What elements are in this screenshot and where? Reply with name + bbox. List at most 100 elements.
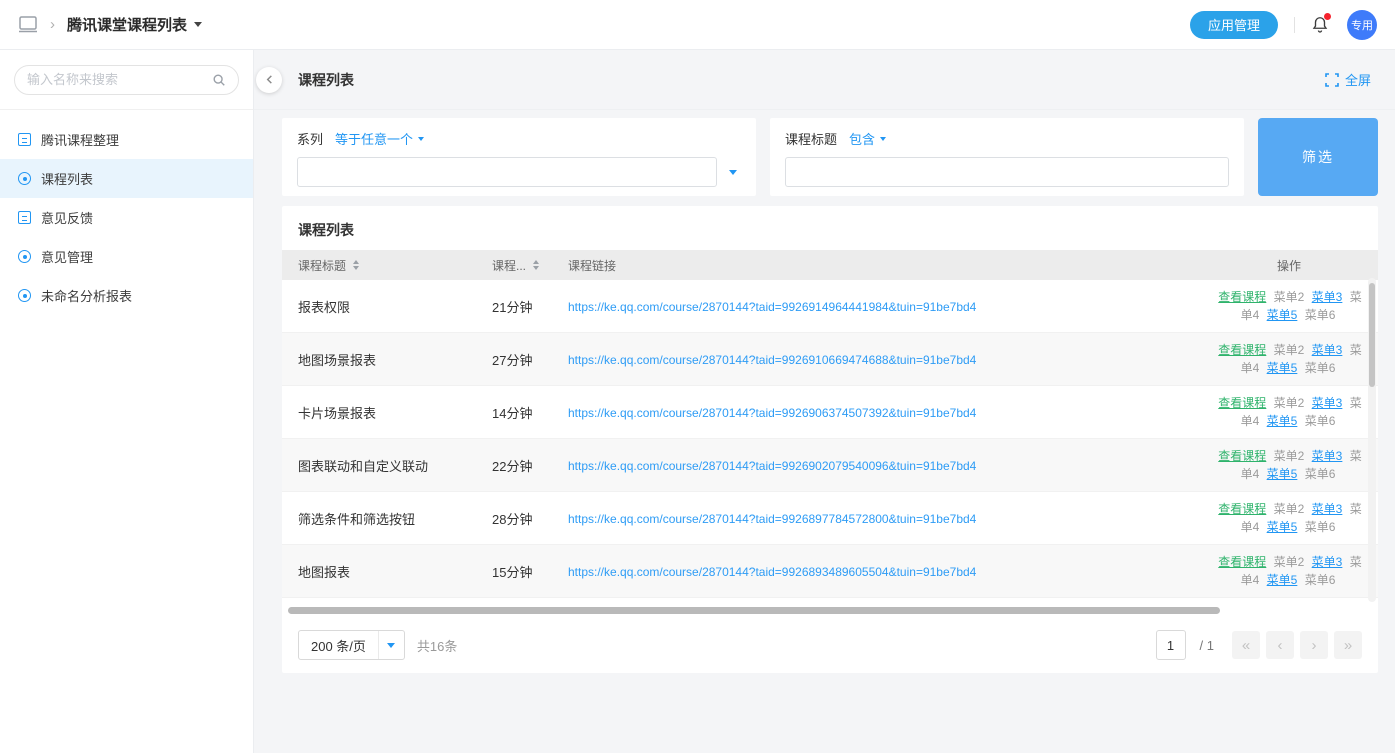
- action-menu-5[interactable]: 菜单5: [1267, 308, 1298, 322]
- sidebar-item-4[interactable]: 意见管理: [0, 237, 253, 276]
- search-icon: [212, 73, 226, 87]
- avatar[interactable]: 专用: [1347, 10, 1377, 40]
- course-title-input[interactable]: [785, 157, 1229, 187]
- notification-bell-icon[interactable]: [1311, 15, 1329, 34]
- fullscreen-button[interactable]: 全屏: [1325, 70, 1371, 89]
- action-view-course[interactable]: 查看课程: [1218, 290, 1266, 304]
- sort-icon[interactable]: [533, 260, 539, 270]
- first-page-button[interactable]: «: [1232, 631, 1260, 659]
- chevron-down-icon: [378, 631, 404, 659]
- action-view-course[interactable]: 查看课程: [1218, 555, 1266, 569]
- action-menu-6[interactable]: 菜单6: [1305, 308, 1336, 322]
- action-menu-5[interactable]: 菜单5: [1267, 467, 1298, 481]
- course-link-cell: https://ke.qq.com/course/2870144?taid=99…: [558, 511, 1200, 526]
- action-menu-2[interactable]: 菜单2: [1274, 449, 1305, 463]
- course-link[interactable]: https://ke.qq.com/course/2870144?taid=99…: [568, 459, 976, 473]
- action-menu-6[interactable]: 菜单6: [1305, 573, 1336, 587]
- page-icon: [18, 289, 31, 302]
- chevron-down-icon: [194, 22, 202, 27]
- last-page-button[interactable]: »: [1334, 631, 1362, 659]
- course-duration-cell: 27分钟: [482, 350, 558, 369]
- action-menu-5[interactable]: 菜单5: [1267, 520, 1298, 534]
- row-actions: 查看课程 菜单2 菜单3 菜单4 菜单5 菜单6: [1200, 545, 1378, 597]
- action-view-course[interactable]: 查看课程: [1218, 396, 1266, 410]
- action-view-course[interactable]: 查看课程: [1218, 502, 1266, 516]
- course-link[interactable]: https://ke.qq.com/course/2870144?taid=99…: [568, 353, 976, 367]
- table-row: 地图场景报表 27分钟 https://ke.qq.com/course/287…: [282, 333, 1378, 386]
- action-menu-3[interactable]: 菜单3: [1312, 555, 1343, 569]
- sidebar-item-label: 未命名分析报表: [41, 286, 132, 305]
- course-duration-cell: 15分钟: [482, 562, 558, 581]
- table-title: 课程列表: [282, 206, 1378, 250]
- action-menu-3[interactable]: 菜单3: [1312, 396, 1343, 410]
- action-menu-6[interactable]: 菜单6: [1305, 467, 1336, 481]
- sidebar-item-5[interactable]: 未命名分析报表: [0, 276, 253, 315]
- page-size-dropdown[interactable]: 200 条/页: [298, 630, 405, 660]
- search-input[interactable]: [27, 72, 212, 87]
- action-menu-5[interactable]: 菜单5: [1267, 573, 1298, 587]
- series-select-input[interactable]: [297, 157, 717, 187]
- course-link-cell: https://ke.qq.com/course/2870144?taid=99…: [558, 564, 1200, 579]
- action-menu-6[interactable]: 菜单6: [1305, 520, 1336, 534]
- fullscreen-icon: [1325, 73, 1339, 87]
- action-view-course[interactable]: 查看课程: [1218, 343, 1266, 357]
- sort-icon[interactable]: [353, 260, 359, 270]
- course-link[interactable]: https://ke.qq.com/course/2870144?taid=99…: [568, 565, 976, 579]
- course-title-cell: 卡片场景报表: [282, 403, 482, 422]
- prev-page-button[interactable]: ‹: [1266, 631, 1294, 659]
- page-header: 课程列表 全屏: [254, 50, 1395, 110]
- action-menu-2[interactable]: 菜单2: [1274, 555, 1305, 569]
- course-duration-cell: 21分钟: [482, 297, 558, 316]
- action-menu-3[interactable]: 菜单3: [1312, 290, 1343, 304]
- back-button[interactable]: [256, 67, 282, 93]
- horizontal-scrollbar[interactable]: [288, 607, 1220, 614]
- filter-submit-button[interactable]: 筛选: [1258, 118, 1378, 196]
- filter-operator-dropdown[interactable]: 包含: [849, 129, 886, 148]
- main-content: 课程列表 全屏 系列 等于任意一个: [254, 50, 1395, 753]
- action-menu-2[interactable]: 菜单2: [1274, 502, 1305, 516]
- filter-field-label: 课程标题: [785, 129, 837, 148]
- course-link[interactable]: https://ke.qq.com/course/2870144?taid=99…: [568, 300, 976, 314]
- vertical-scrollbar[interactable]: [1369, 283, 1375, 387]
- next-page-button[interactable]: ›: [1300, 631, 1328, 659]
- breadcrumb[interactable]: 腾讯课堂课程列表: [67, 14, 202, 35]
- notification-dot: [1324, 13, 1331, 20]
- search-box[interactable]: [14, 65, 239, 95]
- app-manage-button[interactable]: 应用管理: [1190, 11, 1278, 39]
- sidebar-menu: 腾讯课程整理 课程列表 意见反馈 意见管理 未命名分析报表: [0, 110, 253, 315]
- row-actions: 查看课程 菜单2 菜单3 菜单4 菜单5 菜单6: [1200, 386, 1378, 438]
- action-menu-2[interactable]: 菜单2: [1274, 343, 1305, 357]
- pager-nav: «‹›»: [1226, 631, 1362, 659]
- sidebar-item-2[interactable]: 课程列表: [0, 159, 253, 198]
- action-menu-3[interactable]: 菜单3: [1312, 343, 1343, 357]
- app-title: 腾讯课堂课程列表: [67, 14, 187, 35]
- action-view-course[interactable]: 查看课程: [1218, 449, 1266, 463]
- column-header-course-duration[interactable]: 课程...: [482, 257, 558, 274]
- course-link[interactable]: https://ke.qq.com/course/2870144?taid=99…: [568, 512, 976, 526]
- filter-operator-dropdown[interactable]: 等于任意一个: [335, 129, 424, 148]
- sidebar-item-3[interactable]: 意见反馈: [0, 198, 253, 237]
- action-menu-3[interactable]: 菜单3: [1312, 502, 1343, 516]
- sidebar-item-1[interactable]: 腾讯课程整理: [0, 120, 253, 159]
- action-menu-2[interactable]: 菜单2: [1274, 290, 1305, 304]
- course-title-cell: 报表权限: [282, 297, 482, 316]
- current-page-input[interactable]: [1156, 630, 1186, 660]
- action-menu-6[interactable]: 菜单6: [1305, 414, 1336, 428]
- course-link[interactable]: https://ke.qq.com/course/2870144?taid=99…: [568, 406, 976, 420]
- page-title: 课程列表: [298, 70, 354, 90]
- sidebar-item-label: 意见反馈: [41, 208, 93, 227]
- select-caret-icon[interactable]: [725, 170, 741, 175]
- course-title-cell: 图表联动和自定义联动: [282, 456, 482, 475]
- action-menu-2[interactable]: 菜单2: [1274, 396, 1305, 410]
- chevron-down-icon: [880, 137, 886, 141]
- column-header-course-title[interactable]: 课程标题: [282, 257, 482, 274]
- action-menu-6[interactable]: 菜单6: [1305, 361, 1336, 375]
- pagination: 200 条/页 共16条 / 1 «‹›»: [282, 617, 1378, 673]
- action-menu-5[interactable]: 菜单5: [1267, 361, 1298, 375]
- workspace-icon[interactable]: [18, 16, 38, 33]
- course-title-cell: 地图报表: [282, 562, 482, 581]
- action-menu-3[interactable]: 菜单3: [1312, 449, 1343, 463]
- action-menu-5[interactable]: 菜单5: [1267, 414, 1298, 428]
- table-header: 课程标题 课程... 课程链接 操作: [282, 250, 1378, 280]
- filter-bar: 系列 等于任意一个 课程标题 包含: [282, 118, 1378, 196]
